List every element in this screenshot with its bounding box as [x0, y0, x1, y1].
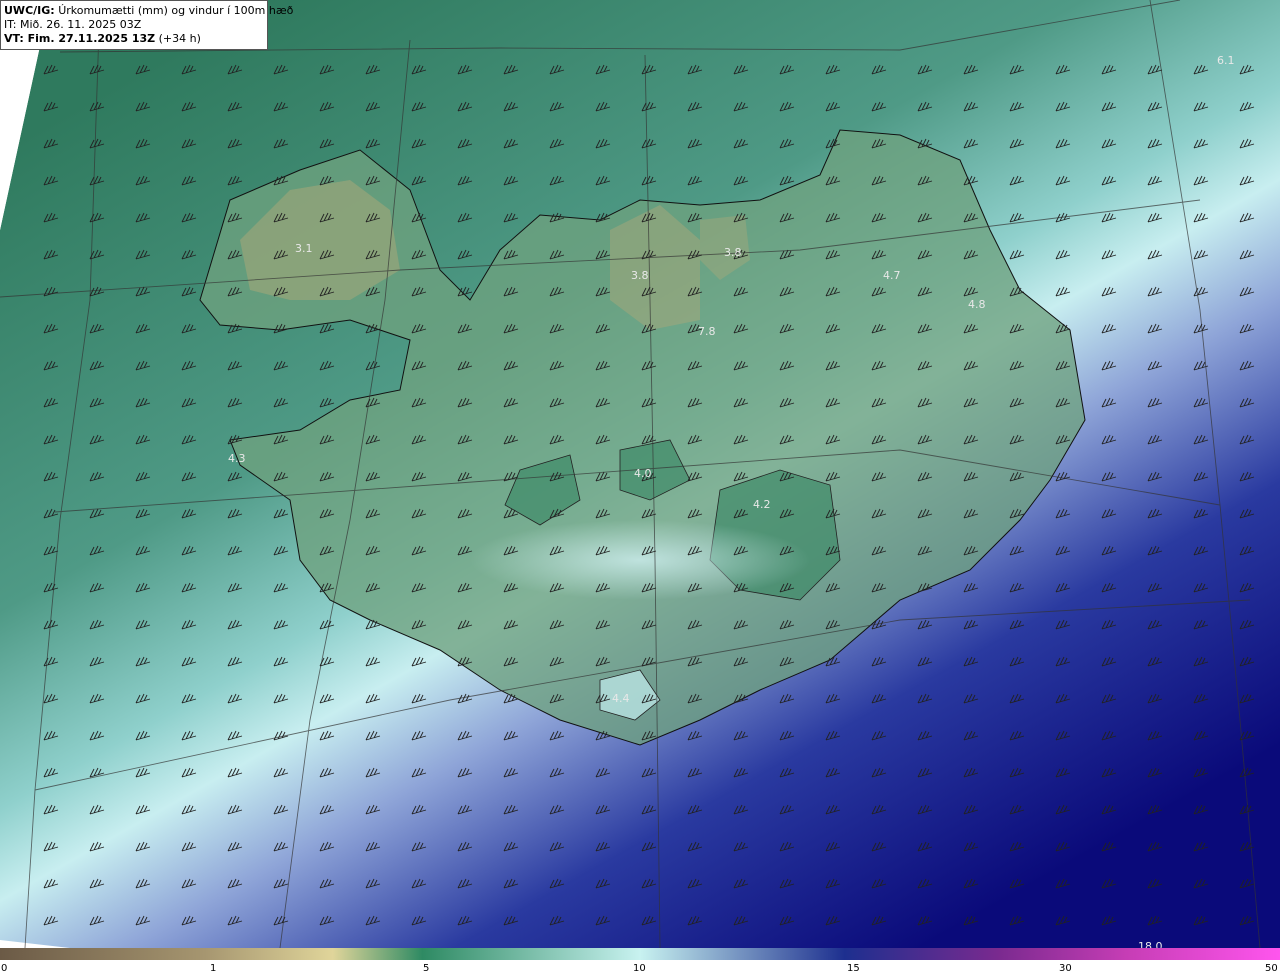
map-header: UWC/IG: Úrkomumætti (mm) og vindur í 100… — [0, 0, 293, 50]
valid-time: VT: Fim. 27.11.2025 13Z — [4, 32, 156, 45]
max-label-4-8: 4.8 — [968, 298, 986, 311]
max-label-4-2: 4.2 — [753, 498, 771, 511]
model-name: UWC/IG: — [4, 4, 55, 17]
colorbar-tick-0: 0 — [1, 963, 8, 974]
initial-time: IT: Mið. 26. 11. 2025 03Z — [4, 18, 142, 31]
colorbar-tick-10: 10 — [633, 963, 646, 974]
max-label-4-7: 4.7 — [883, 269, 901, 282]
colorbar-gradient — [0, 948, 1280, 960]
max-label-18-0: 18.0 — [1138, 940, 1163, 948]
colorbar-tick-50: 50 — [1265, 963, 1278, 974]
header-title-row: UWC/IG: Úrkomumætti (mm) og vindur í 100… — [4, 4, 293, 18]
colorbar-tick-30: 30 — [1059, 963, 1072, 974]
lead-time: (+34 h) — [158, 32, 201, 45]
product-name: Úrkomumætti (mm) og vindur í 100m hæð — [58, 4, 294, 17]
max-label-4-4: 4.4 — [612, 692, 630, 705]
colorbar-tick-15: 15 — [847, 963, 860, 974]
colorbar-ticks: 0 1 5 10 15 30 50 — [0, 962, 1280, 978]
precipitation-wind-map: 6.1 3.1 3.8 3.8 4.7 4.8 7.8 4.3 4.0 4.2 … — [0, 0, 1280, 948]
max-label-3-1: 3.1 — [295, 242, 313, 255]
max-label-4-0: 4.0 — [634, 467, 652, 480]
max-label-6-1: 6.1 — [1217, 54, 1235, 67]
max-label-3-8-b: 3.8 — [724, 246, 742, 259]
colorbar-tick-1: 1 — [210, 963, 217, 974]
valid-time-row: VT: Fim. 27.11.2025 13Z (+34 h) — [4, 32, 264, 46]
colorbar-tick-5: 5 — [423, 963, 430, 974]
max-label-4-3: 4.3 — [228, 452, 246, 465]
max-label-3-8-a: 3.8 — [631, 269, 649, 282]
max-label-7-8: 7.8 — [698, 325, 716, 338]
colorbar — [0, 948, 1280, 960]
